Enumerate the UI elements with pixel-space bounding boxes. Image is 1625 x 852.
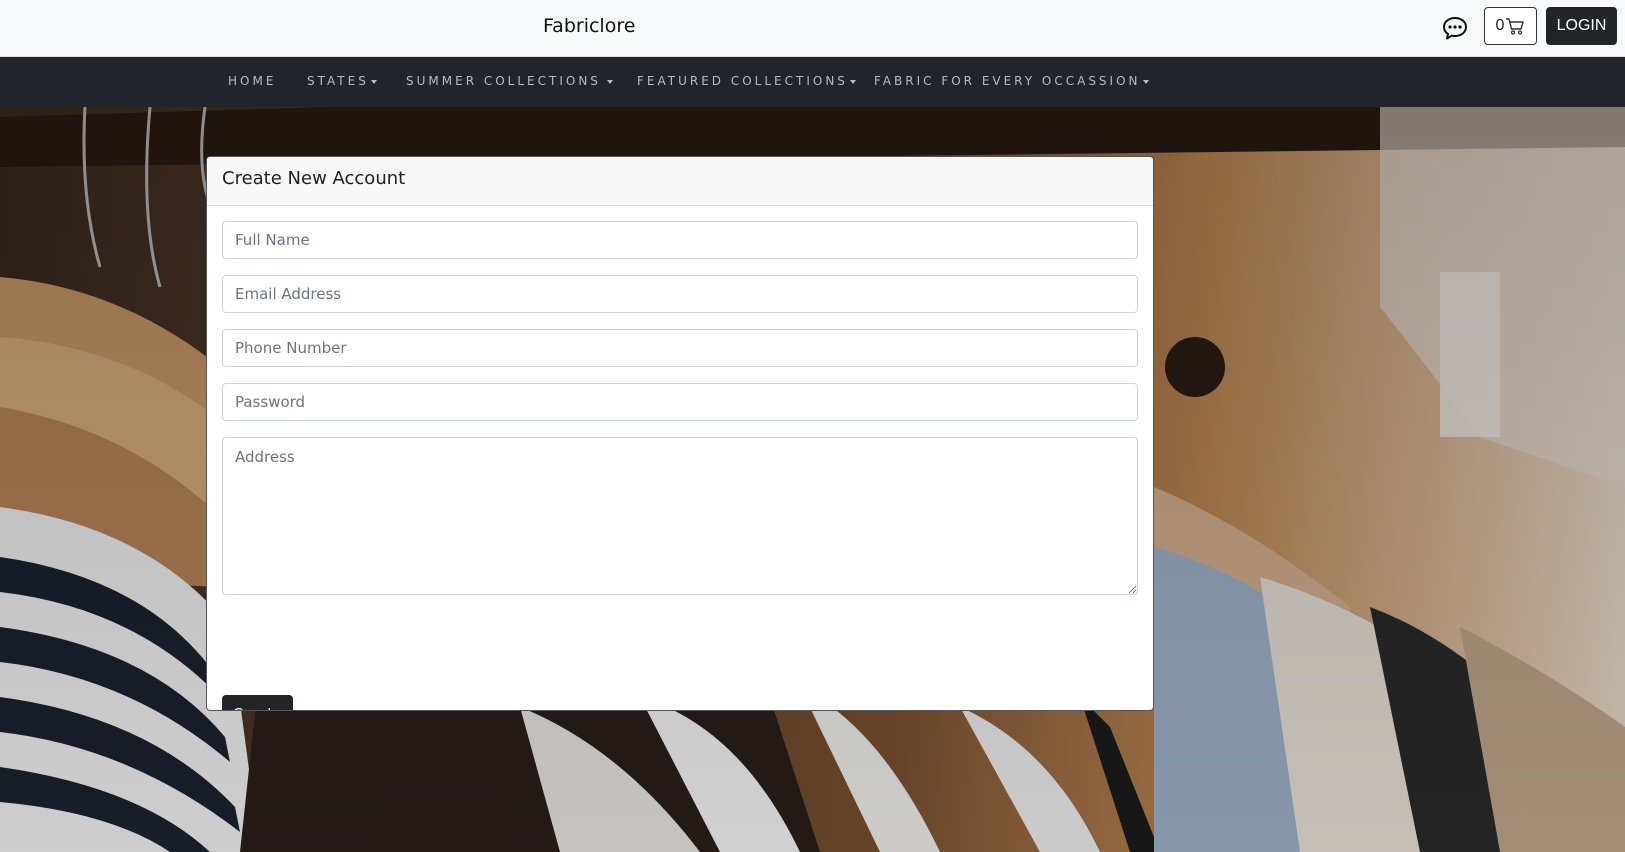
nav-label: FABRIC FOR EVERY OCCASSION bbox=[874, 74, 1141, 88]
top-header: Fabriclore 0 LOGIN bbox=[0, 0, 1625, 57]
nav-label: STATES bbox=[307, 74, 369, 88]
nav-label: SUMMER COLLECTIONS bbox=[406, 74, 601, 88]
nav-item-home[interactable]: HOME bbox=[228, 74, 276, 88]
card-header: Create New Account bbox=[207, 157, 1153, 206]
nav-label: HOME bbox=[228, 74, 277, 88]
create-button[interactable]: Create bbox=[222, 695, 293, 710]
chat-bubble-icon[interactable] bbox=[1441, 14, 1469, 42]
address-textarea[interactable] bbox=[222, 437, 1138, 595]
create-account-card: Create New Account Create bbox=[206, 156, 1154, 711]
caret-down-icon bbox=[606, 79, 613, 84]
form-title: Create New Account bbox=[222, 168, 406, 189]
cart-count: 0 bbox=[1495, 17, 1505, 34]
phone-input[interactable] bbox=[222, 329, 1138, 367]
card-body: Create bbox=[207, 206, 1153, 710]
cart-button[interactable]: 0 bbox=[1484, 7, 1537, 45]
nav-item-states[interactable]: STATES bbox=[307, 74, 377, 88]
nav-item-fabric-every-occasion[interactable]: FABRIC FOR EVERY OCCASSION bbox=[874, 74, 1149, 88]
caret-down-icon bbox=[849, 79, 856, 84]
nav-item-summer-collections[interactable]: SUMMER COLLECTIONS bbox=[406, 74, 613, 88]
email-input[interactable] bbox=[222, 275, 1138, 313]
login-button[interactable]: LOGIN bbox=[1546, 7, 1617, 45]
full-name-input[interactable] bbox=[222, 221, 1138, 259]
main-navbar: HOME STATES SUMMER COLLECTIONS FEATURED … bbox=[0, 57, 1625, 107]
caret-down-icon bbox=[370, 79, 377, 84]
password-input[interactable] bbox=[222, 383, 1138, 421]
caret-down-icon bbox=[1142, 79, 1149, 84]
shopping-cart-icon bbox=[1506, 18, 1525, 35]
nav-item-featured-collections[interactable]: FEATURED COLLECTIONS bbox=[637, 74, 856, 88]
nav-label: FEATURED COLLECTIONS bbox=[637, 74, 848, 88]
brand-logo[interactable]: Fabriclore bbox=[543, 15, 635, 37]
